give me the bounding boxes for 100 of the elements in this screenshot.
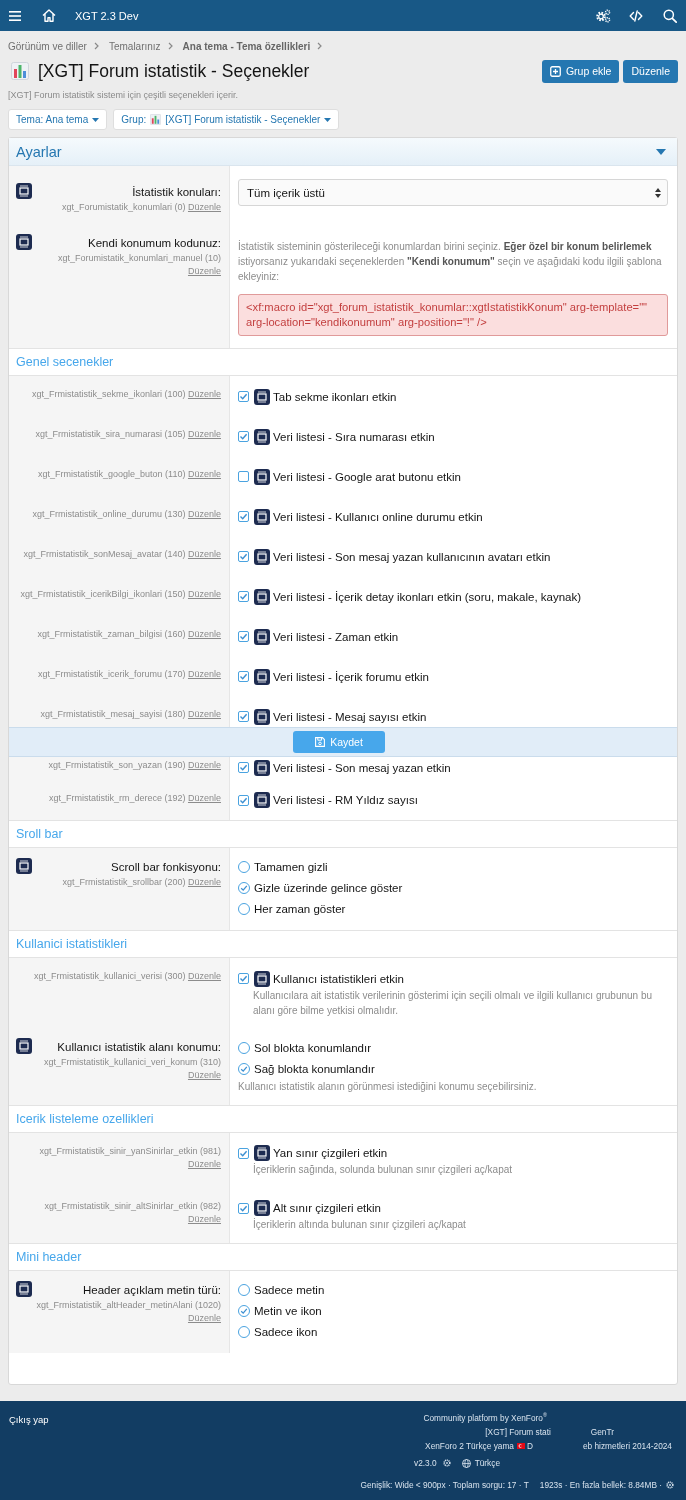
radio-label: Metin ve ikon: [254, 1305, 322, 1317]
edit-link[interactable]: Düzenle: [187, 589, 221, 599]
option-label: Kullanıcı istatistik alanı konumu:: [56, 1040, 221, 1055]
edit-link[interactable]: Düzenle: [187, 549, 221, 559]
option-id: xgt_Frmistatistik_zaman_bilgisi (160): [37, 629, 186, 639]
option-id: xgt_Frmistatistik_sonMesaj_avatar (140): [23, 549, 186, 559]
filter-dropdown[interactable]: Grup: [XGT] Forum istatistik - Seçenekler: [113, 109, 340, 130]
edit-link[interactable]: Düzenle: [187, 1213, 221, 1224]
logo-icon: [254, 759, 270, 776]
option-id: xgt_Forumistatik_konumlari (0): [61, 202, 186, 212]
radio-button[interactable]: [238, 1284, 250, 1296]
radio-button[interactable]: [238, 903, 250, 915]
radio-button[interactable]: [238, 861, 250, 873]
edit-link[interactable]: Düzenle: [187, 1312, 221, 1323]
search-icon: [663, 8, 677, 23]
site-title-link[interactable]: XGT 2.3 Dev: [75, 9, 139, 22]
edit-link[interactable]: Düzenle: [187, 669, 221, 679]
language-link[interactable]: Türkçe: [461, 1458, 500, 1468]
logo-icon: [254, 588, 270, 605]
checkbox[interactable]: [238, 631, 249, 642]
radio-button[interactable]: [238, 1041, 250, 1054]
edit-link[interactable]: Düzenle: [187, 202, 221, 212]
translation-credit-text: D: [526, 1441, 533, 1451]
header-button[interactable]: Düzenle: [623, 59, 678, 83]
bar-chart-icon: [150, 114, 162, 125]
checkbox[interactable]: [238, 1202, 249, 1214]
explain-text: İstatistik sisteminin gösterileceği konumlardan birini seçiniz. Eğer özel bir konum belirlemek istiyorsanız yukarıdaki seçeneklerden "Kendi konumum" seçin ve aşağıdaki kodu ilgili şablona ekleyiniz:: [238, 239, 663, 284]
edit-link[interactable]: Düzenle: [187, 1158, 221, 1169]
platform-credit-link[interactable]: Community platform by XenForo$^{®}$: [423, 1412, 547, 1423]
checkbox-label: Veri listesi - Son mesaj yazan etkin: [273, 761, 451, 774]
checkbox[interactable]: [238, 1147, 249, 1159]
checkbox-label: Veri listesi - Google arat butonu etkin: [273, 470, 461, 483]
logo-icon: [16, 234, 32, 250]
radio-button[interactable]: [238, 1305, 250, 1317]
edit-link[interactable]: Düzenle: [187, 469, 221, 479]
select-field[interactable]: Tüm içerik üstü: [238, 179, 668, 206]
logo-icon: [16, 183, 32, 199]
edit-link[interactable]: Düzenle: [187, 792, 221, 803]
option-label: Header açıklam metin türü:: [81, 1282, 221, 1298]
edit-link[interactable]: Düzenle: [187, 429, 221, 439]
header-button[interactable]: Grup ekle: [541, 59, 620, 83]
option-id: xgt_Frmistatistik_srollbar (200): [62, 876, 186, 887]
logo-icon: [254, 388, 270, 405]
save-button[interactable]: Kaydet: [293, 730, 385, 753]
breadcrumb-link[interactable]: Temalarınız: [108, 40, 161, 52]
option-label: Kendi konumum kodunuz:: [87, 236, 221, 251]
edit-link[interactable]: Düzenle: [187, 971, 221, 981]
radio-button[interactable]: [238, 1062, 250, 1075]
edit-link[interactable]: Düzenle: [187, 759, 221, 770]
edit-link[interactable]: Düzenle: [187, 266, 221, 276]
edit-link[interactable]: Düzenle: [187, 629, 221, 639]
checkbox-label: Veri listesi - Kullanıcı online durumu etkin: [273, 510, 483, 523]
option-id: xgt_Frmistatistik_mesaj_sayisi (180): [40, 709, 186, 719]
home-icon: [42, 9, 56, 22]
logo-icon: [254, 668, 270, 685]
option-id: xgt_Forumistatik_konumlari_manuel (10): [57, 253, 221, 263]
option-id: xgt_Frmistatistik_rm_derece (192): [48, 792, 186, 803]
checkbox[interactable]: [238, 973, 249, 984]
checkbox[interactable]: [238, 591, 249, 602]
logo-icon: [254, 628, 270, 645]
edit-link[interactable]: Düzenle: [187, 876, 221, 887]
checkbox[interactable]: [238, 471, 249, 482]
checkbox-label: Yan sınır çizgileri etkin: [273, 1147, 388, 1159]
option-id: xgt_Frmistatistik_sira_numarasi (105): [35, 429, 186, 439]
debug-info-text: Genişlik: Wide < 900px · Toplam sorgu: 17 · T: [360, 1480, 529, 1490]
gear-icon[interactable]: [666, 1481, 674, 1489]
logo-icon: [254, 468, 270, 485]
section-title: Ayarlar: [16, 143, 62, 160]
option-id: xgt_Frmistatistik_google_buton (110): [38, 469, 186, 479]
edit-link[interactable]: Düzenle: [187, 509, 221, 519]
checkbox-label: Kullanıcı istatistikleri etkin: [273, 972, 405, 985]
menu-icon: [9, 10, 21, 21]
radio-button[interactable]: [238, 882, 250, 894]
checkbox[interactable]: [238, 762, 249, 773]
checkbox[interactable]: [238, 431, 249, 442]
checkbox[interactable]: [238, 551, 249, 562]
translation-credit-text: XenForo 2 Türkçe yama: [425, 1441, 514, 1451]
edit-link[interactable]: Düzenle: [187, 709, 221, 719]
option-id: xgt_Frmistatistik_kullanici_verisi (300): [33, 971, 186, 981]
checkbox[interactable]: [238, 511, 249, 522]
option-label: Scroll bar fonkisyonu:: [110, 859, 221, 875]
edit-link[interactable]: Düzenle: [187, 1070, 221, 1080]
checkbox[interactable]: [238, 711, 249, 722]
breadcrumb-link[interactable]: Ana tema - Tema özellikleri: [182, 40, 311, 52]
edit-link[interactable]: Düzenle: [187, 389, 221, 399]
radio-label: Sol blokta konumlandır: [254, 1041, 371, 1054]
filter-dropdown[interactable]: Tema: Ana tema: [8, 109, 108, 130]
checkbox[interactable]: [238, 671, 249, 682]
option-id: xgt_Frmistatistik_icerik_forumu (170): [37, 669, 186, 679]
radio-button[interactable]: [238, 1326, 250, 1338]
radio-label: Tamamen gizli: [254, 861, 328, 873]
checkbox-label: Veri listesi - Sıra numarası etkin: [273, 430, 435, 443]
checkbox[interactable]: [238, 391, 249, 402]
logo-icon: [254, 970, 270, 987]
addon-credit-text: [XGT] Forum stati: [485, 1426, 551, 1437]
save-icon: [315, 736, 326, 747]
logout-link[interactable]: Çıkış yap: [9, 1413, 49, 1427]
style-chooser-button[interactable]: [442, 1459, 451, 1467]
checkbox[interactable]: [238, 794, 249, 806]
breadcrumb-link[interactable]: Görünüm ve diller: [8, 40, 87, 52]
